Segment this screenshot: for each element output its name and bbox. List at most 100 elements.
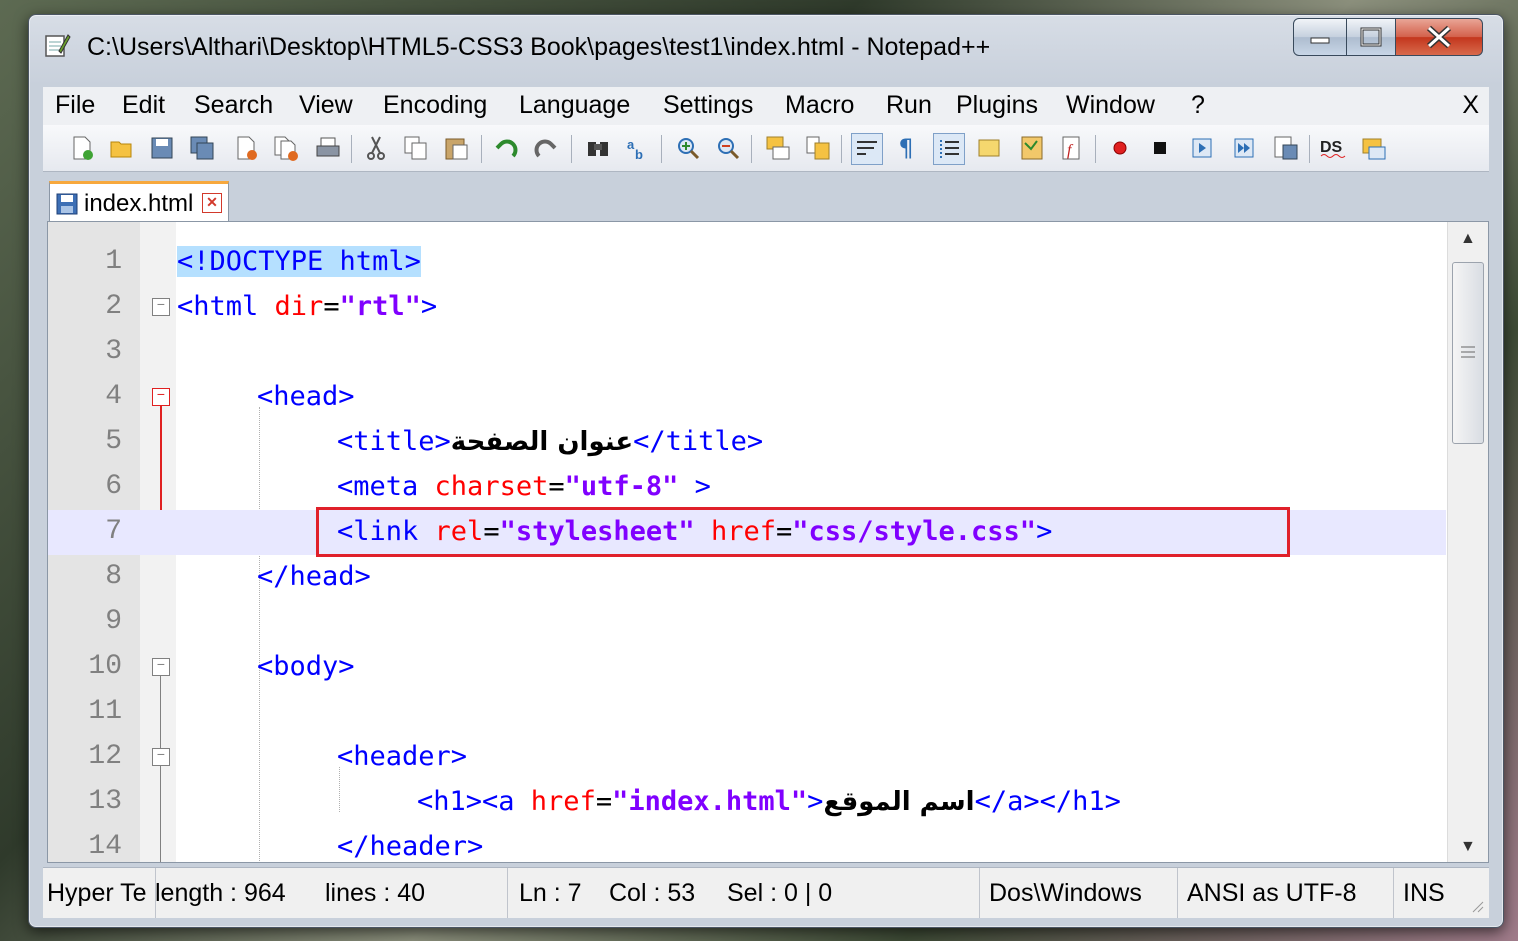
grip-icon	[1461, 346, 1475, 358]
fold-toggle[interactable]: −	[152, 388, 170, 406]
find-icon[interactable]	[583, 133, 613, 163]
close-file-icon[interactable]	[231, 133, 261, 163]
notepad-window: C:\Users\Althari\Desktop\HTML5-CSS3 Book…	[28, 14, 1504, 928]
save-icon[interactable]	[147, 133, 177, 163]
menu-view[interactable]: View	[299, 91, 353, 120]
doc-map-icon[interactable]	[1017, 133, 1047, 163]
code-token: >	[678, 471, 711, 502]
minimize-icon	[1310, 37, 1330, 44]
toolbar: ab ¶ f DS	[43, 125, 1489, 172]
open-file-icon[interactable]	[107, 133, 137, 163]
run-macro-multiple-icon[interactable]	[1229, 133, 1259, 163]
new-file-icon[interactable]	[67, 133, 97, 163]
status-line-number: Ln : 7	[519, 879, 582, 907]
sync-vertical-icon[interactable]	[763, 133, 793, 163]
code-text: <head>	[257, 381, 355, 412]
save-all-icon[interactable]	[187, 133, 217, 163]
code-text: </header>	[337, 831, 483, 862]
menu-encoding[interactable]: Encoding	[383, 91, 487, 120]
status-bar: Hyper Te length : 964 lines : 40 Ln : 7 …	[43, 867, 1489, 918]
code-line: 9	[48, 600, 1446, 645]
scroll-down-icon[interactable]: ▼	[1460, 838, 1476, 856]
print-icon[interactable]	[313, 133, 343, 163]
code-text: <body>	[257, 651, 355, 682]
menu-macro[interactable]: Macro	[785, 91, 854, 120]
resize-grip-icon[interactable]	[1469, 898, 1485, 914]
menu-file[interactable]: File	[55, 91, 95, 120]
tab-index-html[interactable]: index.html ✕	[49, 181, 229, 222]
word-wrap-icon[interactable]	[851, 133, 883, 165]
undo-icon[interactable]	[491, 133, 521, 163]
code-text: <html dir="rtl">	[177, 291, 437, 322]
status-filetype-field: Hyper Te	[43, 868, 156, 918]
close-window-button[interactable]	[1396, 18, 1483, 56]
menu-help[interactable]: ?	[1191, 91, 1205, 120]
spell-check-icon[interactable]: DS	[1319, 133, 1349, 163]
menu-settings[interactable]: Settings	[663, 91, 753, 120]
code-editor[interactable]: 1 <!DOCTYPE html> 2 − <html dir="rtl"> 3…	[47, 221, 1489, 863]
code-line: 11	[48, 690, 1446, 735]
menu-edit[interactable]: Edit	[122, 91, 165, 120]
record-macro-icon[interactable]	[1105, 133, 1135, 163]
title-bar[interactable]: C:\Users\Althari\Desktop\HTML5-CSS3 Book…	[29, 15, 1503, 79]
vertical-scrollbar[interactable]: ▲ ▼	[1447, 222, 1488, 862]
status-column: Col : 53	[609, 879, 696, 907]
code-line: 5 <title>عنوان الصفحة</title>	[48, 420, 1446, 465]
code-token: </a></h1>	[974, 786, 1121, 817]
code-line: 10 − <body>	[48, 645, 1446, 690]
paste-icon[interactable]	[441, 133, 471, 163]
scroll-thumb[interactable]	[1452, 262, 1484, 444]
minimize-button[interactable]	[1293, 18, 1347, 56]
save-macro-icon[interactable]	[1271, 133, 1301, 163]
status-lines: lines : 40	[325, 879, 426, 907]
svg-text:a: a	[627, 137, 635, 152]
line-number: 8	[105, 561, 122, 592]
zoom-in-icon[interactable]	[673, 133, 703, 163]
code-token: <head>	[257, 381, 355, 412]
code-text: <meta charset="utf-8" >	[337, 471, 711, 502]
annotation-highlight-box	[316, 507, 1290, 557]
replace-icon[interactable]: ab	[623, 133, 653, 163]
menu-plugins[interactable]: Plugins	[956, 91, 1038, 120]
close-all-icon[interactable]	[271, 133, 301, 163]
status-encoding: ANSI as UTF-8	[1187, 879, 1357, 907]
play-macro-icon[interactable]	[1187, 133, 1217, 163]
cut-icon[interactable]	[361, 133, 391, 163]
fold-toggle[interactable]: −	[152, 748, 170, 766]
status-divider	[1177, 868, 1178, 918]
code-line: 4 − <head>	[48, 375, 1446, 420]
tab-close-button[interactable]: ✕	[202, 193, 222, 213]
sync-horizontal-icon[interactable]	[803, 133, 833, 163]
menu-language[interactable]: Language	[519, 91, 630, 120]
menu-window[interactable]: Window	[1066, 91, 1155, 120]
code-text: <title>عنوان الصفحة</title>	[337, 426, 763, 457]
stop-macro-icon[interactable]	[1145, 133, 1175, 163]
saved-file-icon	[56, 193, 78, 215]
fold-toggle[interactable]: −	[152, 298, 170, 316]
line-number: 10	[88, 651, 122, 682]
code-token: >	[807, 786, 824, 817]
scroll-up-icon[interactable]: ▲	[1460, 230, 1476, 248]
user-language-icon[interactable]	[975, 133, 1005, 163]
doctype: <!DOCTYPE html>	[177, 246, 421, 277]
function-list-icon[interactable]: f	[1057, 133, 1087, 163]
compare-icon[interactable]	[1359, 133, 1389, 163]
code-text: <!DOCTYPE html>	[177, 246, 421, 277]
menu-search[interactable]: Search	[194, 91, 273, 120]
indent-guide-icon[interactable]	[933, 133, 965, 165]
close-document-button[interactable]: X	[1462, 91, 1479, 120]
code-line: 14 </header>	[48, 825, 1446, 862]
notepad-app-icon	[45, 34, 71, 57]
code-line: 3	[48, 330, 1446, 375]
status-divider	[979, 868, 980, 918]
show-all-chars-icon[interactable]: ¶	[891, 133, 921, 163]
copy-icon[interactable]	[401, 133, 431, 163]
code-token: charset	[434, 471, 549, 502]
menu-run[interactable]: Run	[886, 91, 932, 120]
zoom-out-icon[interactable]	[713, 133, 743, 163]
code-token: <body>	[257, 651, 355, 682]
maximize-button[interactable]	[1347, 18, 1396, 56]
redo-icon[interactable]	[531, 133, 561, 163]
tab-strip: index.html ✕	[43, 173, 1489, 222]
fold-toggle[interactable]: −	[152, 658, 170, 676]
